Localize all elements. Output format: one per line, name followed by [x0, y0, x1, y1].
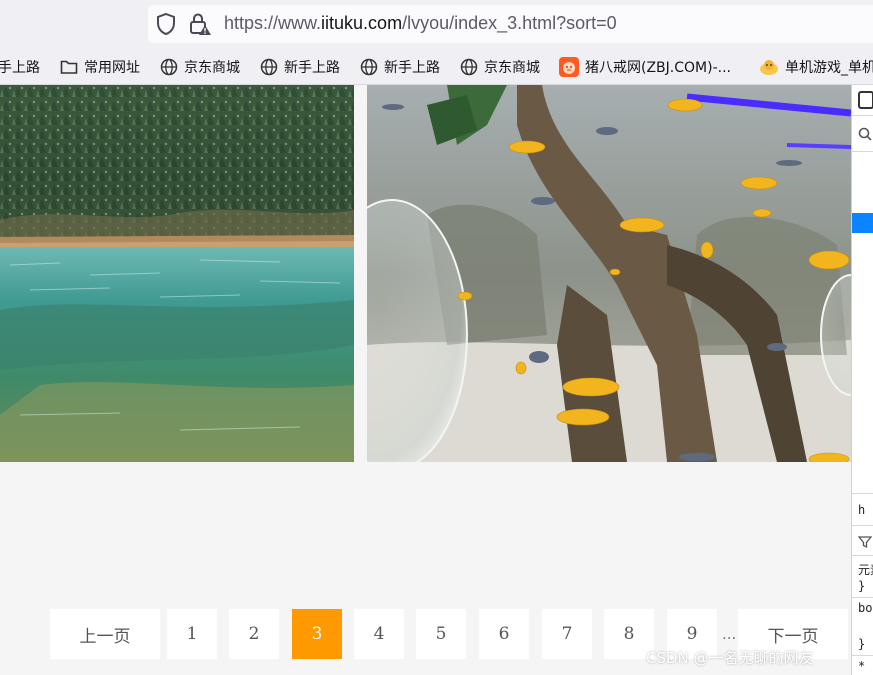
bookmarks-bar: 手上路 常用网址 京东商城 新手上路 新手上路 京东商城 猪八戒网(ZBJ.CO… [0, 48, 873, 85]
browser-toolbar: https://www.iituku.com/lvyou/index_3.htm… [0, 0, 873, 48]
zbj-logo-icon [559, 57, 579, 77]
divider [852, 555, 873, 556]
bookmark-item[interactable]: 猪八戒网(ZBJ.COM)-... [559, 56, 731, 78]
globe-icon [160, 58, 178, 76]
devtools-panel: h 元素 } bo } * [851, 85, 873, 675]
globe-icon [360, 58, 378, 76]
bookmark-label: 新手上路 [284, 60, 340, 76]
bookmark-label: 京东商城 [484, 60, 540, 76]
bookmark-folder[interactable]: 常用网址 [60, 56, 140, 78]
divider [852, 525, 873, 526]
lake-photo[interactable] [0, 85, 354, 462]
bookmark-label: 常用网址 [84, 60, 140, 76]
globe-icon [260, 58, 278, 76]
bookmark-label: 单机游戏_单机 [785, 60, 873, 76]
bookmark-item[interactable]: 新手上路 [260, 56, 340, 78]
bookmark-item[interactable]: 手上路 [0, 56, 40, 78]
lock-warning-icon[interactable] [188, 12, 212, 36]
divider [852, 655, 873, 656]
page-button-5[interactable]: 5 [416, 609, 466, 659]
divider [852, 597, 873, 598]
bookmark-item[interactable]: 京东商城 [160, 56, 240, 78]
page-button-2[interactable]: 2 [229, 609, 279, 659]
bookmark-item[interactable]: 京东商城 [460, 56, 540, 78]
globe-icon [460, 58, 478, 76]
folder-icon [60, 60, 78, 74]
rules-text: * [858, 659, 866, 673]
bookmark-item[interactable]: 单机游戏_单机 [759, 56, 873, 78]
aquarium-photo[interactable] [367, 85, 851, 462]
page-button-6[interactable]: 6 [479, 609, 529, 659]
watermark: CSDN @一名无聊的网友 [646, 649, 814, 667]
devtools-tab-label[interactable]: h [858, 503, 865, 517]
page-button-current[interactable]: 3 [292, 609, 342, 659]
filter-icon[interactable] [858, 535, 872, 549]
game-logo-icon [760, 60, 778, 75]
rules-text: } [858, 637, 866, 651]
rules-text: bo [858, 601, 873, 615]
divider [852, 493, 873, 494]
rules-text: } [858, 579, 866, 593]
bookmark-label: 手上路 [0, 60, 40, 76]
inspector-icon[interactable] [858, 91, 873, 109]
page-button-7[interactable]: 7 [542, 609, 592, 659]
url-text[interactable]: https://www.iituku.com/lvyou/index_3.htm… [224, 13, 617, 34]
divider [852, 151, 873, 152]
shield-icon[interactable] [155, 12, 177, 36]
selected-node-row[interactable] [852, 213, 873, 233]
bookmark-label: 京东商城 [184, 60, 240, 76]
url-prefix: https://www. [224, 13, 322, 33]
rules-text: 元素 [858, 563, 873, 577]
search-icon[interactable] [858, 127, 872, 141]
bookmark-item[interactable]: 新手上路 [360, 56, 440, 78]
pagination-ellipsis: ... [722, 625, 737, 643]
bookmark-label: 猪八戒网(ZBJ.COM)-... [585, 60, 731, 76]
bookmark-label: 新手上路 [384, 60, 440, 76]
divider [852, 115, 873, 116]
page-button-1[interactable]: 1 [167, 609, 217, 659]
url-path: /lvyou/index_3.html?sort=0 [402, 13, 617, 33]
page-button-4[interactable]: 4 [354, 609, 404, 659]
prev-page-button[interactable]: 上一页 [50, 609, 160, 659]
url-host: iituku.com [321, 13, 403, 33]
